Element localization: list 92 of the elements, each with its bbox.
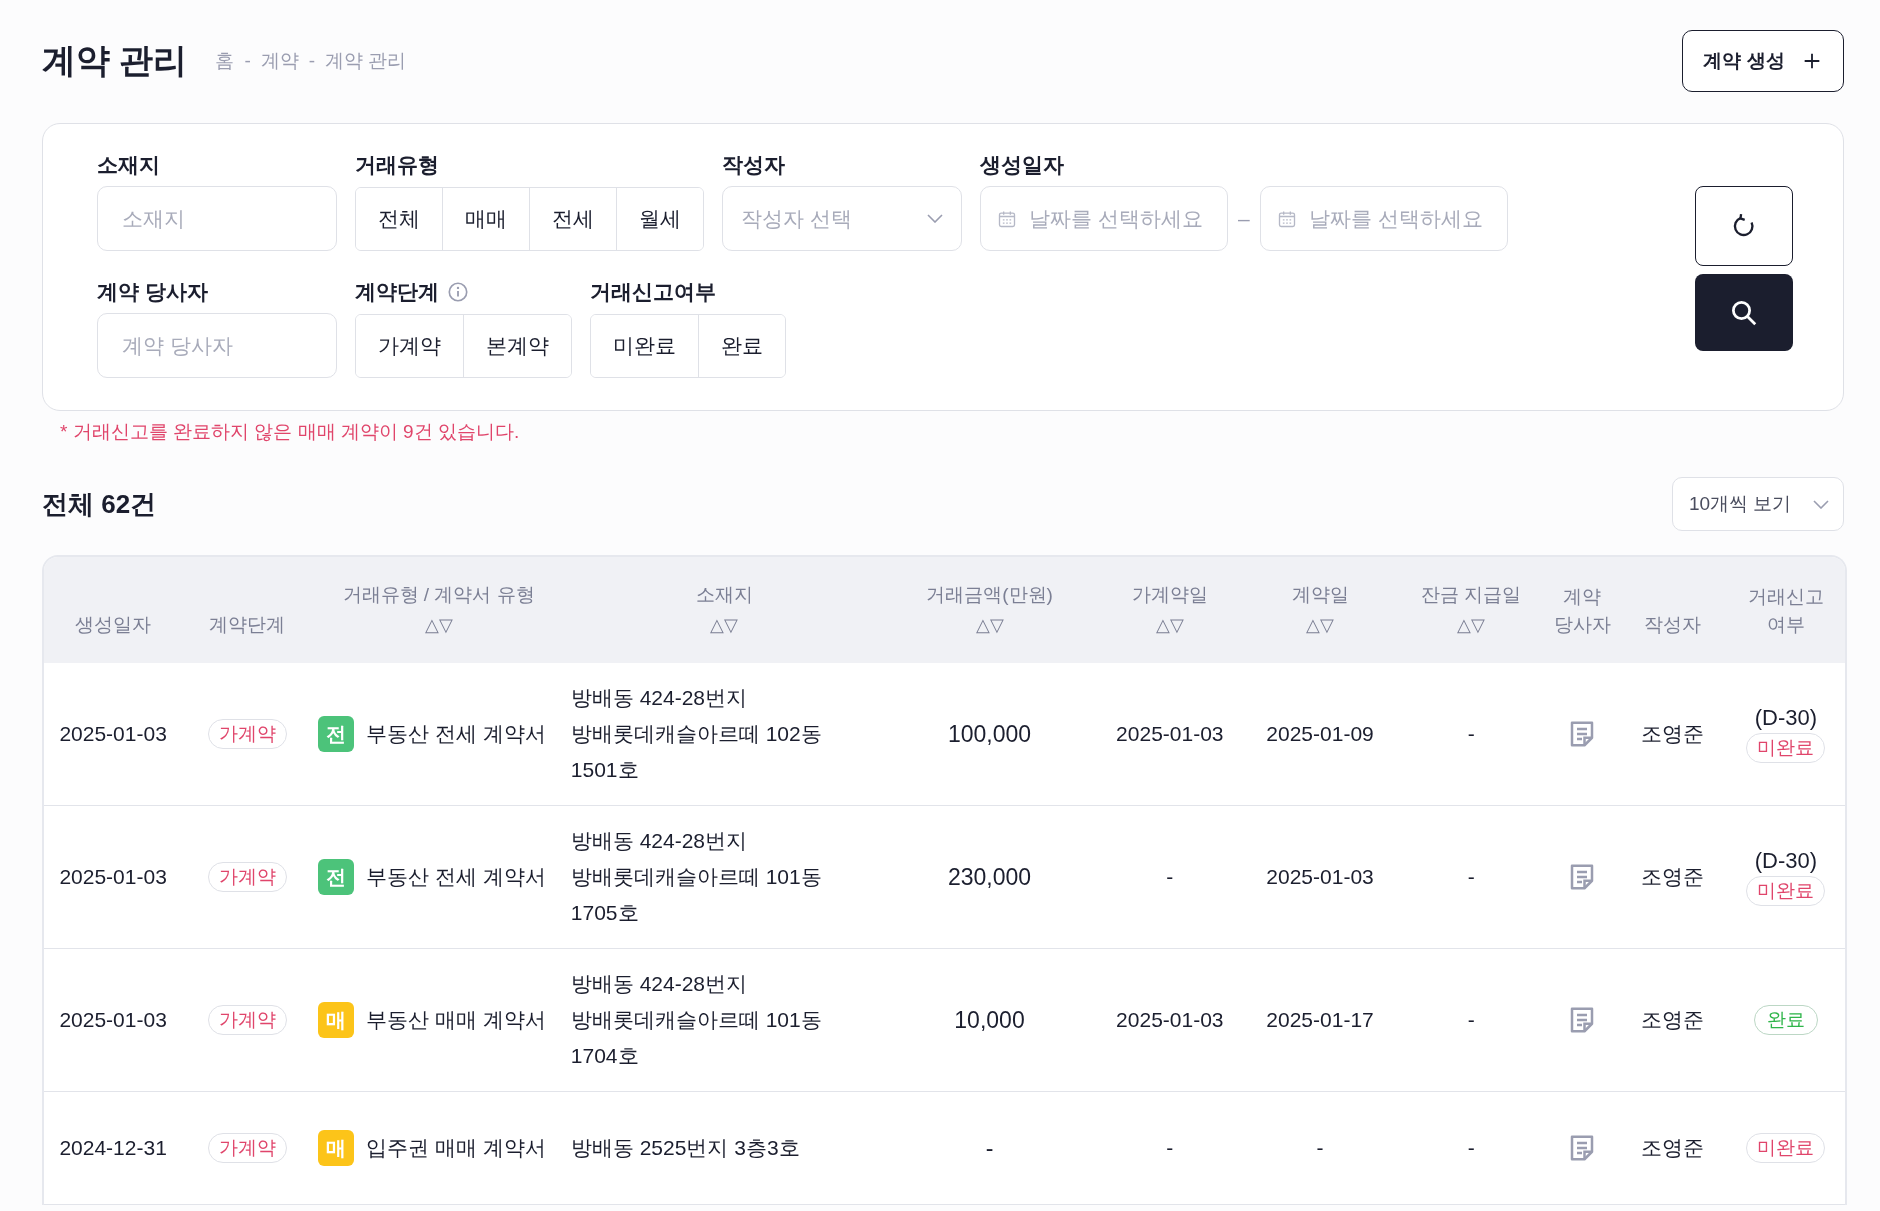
table-cell: -: [1396, 948, 1547, 1092]
table-cell: 2025-01-17: [1243, 948, 1397, 1092]
filter-label: 작성자: [722, 152, 785, 178]
deadline-text: (D-30): [1754, 705, 1817, 731]
table-cell: -: [1396, 1091, 1547, 1205]
warning-text: * 거래신고를 완료하지 않은 매매 계약이 9건 있습니다.: [60, 420, 521, 444]
date-field[interactable]: 날짜를 선택하세요: [1259, 186, 1508, 251]
column-header[interactable]: 가계약일: [1131, 581, 1208, 609]
table-cell: 조영준: [1618, 948, 1727, 1092]
table-cell: 조영준: [1618, 1091, 1727, 1205]
table-cell: -: [1095, 805, 1244, 949]
contract-type-text: 부동산 전세 계약서: [366, 721, 547, 747]
stage-tag: 가계약: [207, 1133, 287, 1163]
stage-tag: 가계약: [207, 719, 287, 749]
filter-label: 거래신고여부: [590, 279, 716, 305]
segment-button[interactable]: 본계약: [463, 315, 571, 377]
input-field[interactable]: 계약 당사자: [97, 313, 337, 378]
breadcrumb-link[interactable]: 홈: [215, 48, 235, 74]
segment-button[interactable]: 완료: [698, 315, 785, 377]
table-cell: -: [1095, 1091, 1244, 1205]
filter-label: 거래유형: [355, 152, 439, 178]
sort-icon[interactable]: △▽: [424, 611, 453, 639]
report-status-tag: 완료: [1753, 1005, 1818, 1035]
segment-button[interactable]: 월세: [616, 188, 703, 250]
column-header[interactable]: 잔금 지급일: [1421, 581, 1522, 609]
input-field[interactable]: 소재지: [97, 186, 337, 251]
table-cell: 100,000: [883, 663, 1096, 806]
filter-label: 계약 당사자: [97, 279, 208, 305]
sort-icon[interactable]: △▽: [1306, 611, 1335, 639]
report-status-tag: 미완료: [1746, 733, 1826, 763]
filter-label: 생성일자: [980, 152, 1064, 178]
sort-icon[interactable]: △▽: [975, 611, 1004, 639]
type-badge: 매: [318, 1002, 355, 1038]
date-range-separator: –: [1238, 206, 1250, 231]
address-text: 방배동 2525번지 3층3호: [570, 1135, 801, 1161]
table-cell: 조영준: [1618, 663, 1727, 806]
table-cell: 2025-01-09: [1243, 663, 1397, 806]
table-cell: -: [1396, 663, 1547, 806]
info-icon: [447, 281, 469, 303]
table-cell: 10,000: [883, 948, 1096, 1092]
create-contract-button[interactable]: 계약 생성: [1682, 30, 1844, 92]
column-header[interactable]: 작성자: [1644, 611, 1702, 639]
page-title: 계약 관리: [42, 40, 188, 81]
table-cell: 2025-01-03: [1243, 805, 1397, 949]
table-cell: 조영준: [1618, 805, 1727, 949]
chevron-down-icon: [927, 214, 943, 223]
contract-type-text: 부동산 매매 계약서: [366, 1007, 547, 1033]
address-text: 방배동 424-28번지 방배롯데캐슬아르떼 101동 1705호: [570, 828, 823, 926]
breadcrumb-link[interactable]: 계약 관리: [325, 48, 407, 74]
column-header[interactable]: 소재지: [695, 581, 753, 609]
table-cell: -: [883, 1091, 1096, 1205]
table-cell: 2025-01-03: [44, 948, 183, 1092]
table-cell: 2025-01-03: [44, 805, 183, 949]
breadcrumb-link[interactable]: 계약: [260, 48, 299, 74]
sort-icon[interactable]: △▽: [1155, 611, 1184, 639]
chevron-down-icon: [1813, 499, 1829, 509]
type-badge: 매: [318, 1130, 355, 1166]
date-field[interactable]: 날짜를 선택하세요: [980, 186, 1228, 251]
table-cell: -: [1243, 1091, 1397, 1205]
filter-label: 계약단계: [355, 279, 439, 305]
page-size-select[interactable]: 10개씩 보기: [1672, 477, 1844, 531]
table-cell: 2024-12-31: [44, 1091, 183, 1205]
stage-tag: 가계약: [207, 862, 287, 892]
column-header[interactable]: 거래금액(만원): [926, 581, 1053, 609]
type-badge: 전: [318, 716, 355, 752]
author-select[interactable]: 작성자 선택: [722, 186, 962, 251]
report-status-tag: 미완료: [1746, 876, 1826, 906]
table-cell: -: [1396, 805, 1547, 949]
table-cell: 230,000: [883, 805, 1096, 949]
address-text: 방배동 424-28번지 방배롯데캐슬아르떼 101동 1704호: [570, 971, 823, 1069]
reset-button[interactable]: [1695, 186, 1793, 266]
contract-type-text: 입주권 매매 계약서: [366, 1135, 547, 1161]
sort-icon[interactable]: △▽: [710, 611, 739, 639]
filter-label: 소재지: [97, 152, 160, 178]
breadcrumb-separator: -: [308, 50, 316, 72]
search-button[interactable]: [1695, 274, 1793, 351]
total-count: 전체 62건: [42, 487, 157, 521]
contract-type-text: 부동산 전세 계약서: [366, 864, 547, 890]
report-status-tag: 미완료: [1746, 1133, 1826, 1163]
sort-icon[interactable]: △▽: [1457, 611, 1486, 639]
type-badge: 전: [318, 859, 355, 895]
column-header[interactable]: 계약일: [1291, 581, 1349, 609]
column-header[interactable]: 생성일자: [75, 611, 152, 639]
table-cell: 2025-01-03: [44, 663, 183, 806]
deadline-text: (D-30): [1754, 848, 1817, 874]
address-text: 방배동 424-28번지 방배롯데캐슬아르떼 102동 1501호: [570, 685, 823, 783]
column-header[interactable]: 거래유형 / 계약서 유형: [342, 581, 535, 609]
column-header[interactable]: 계약단계: [209, 611, 286, 639]
table-cell: 2025-01-03: [1095, 663, 1244, 806]
breadcrumb-separator: -: [244, 50, 251, 72]
stage-tag: 가계약: [207, 1005, 287, 1035]
table-cell: 2025-01-03: [1095, 948, 1244, 1092]
